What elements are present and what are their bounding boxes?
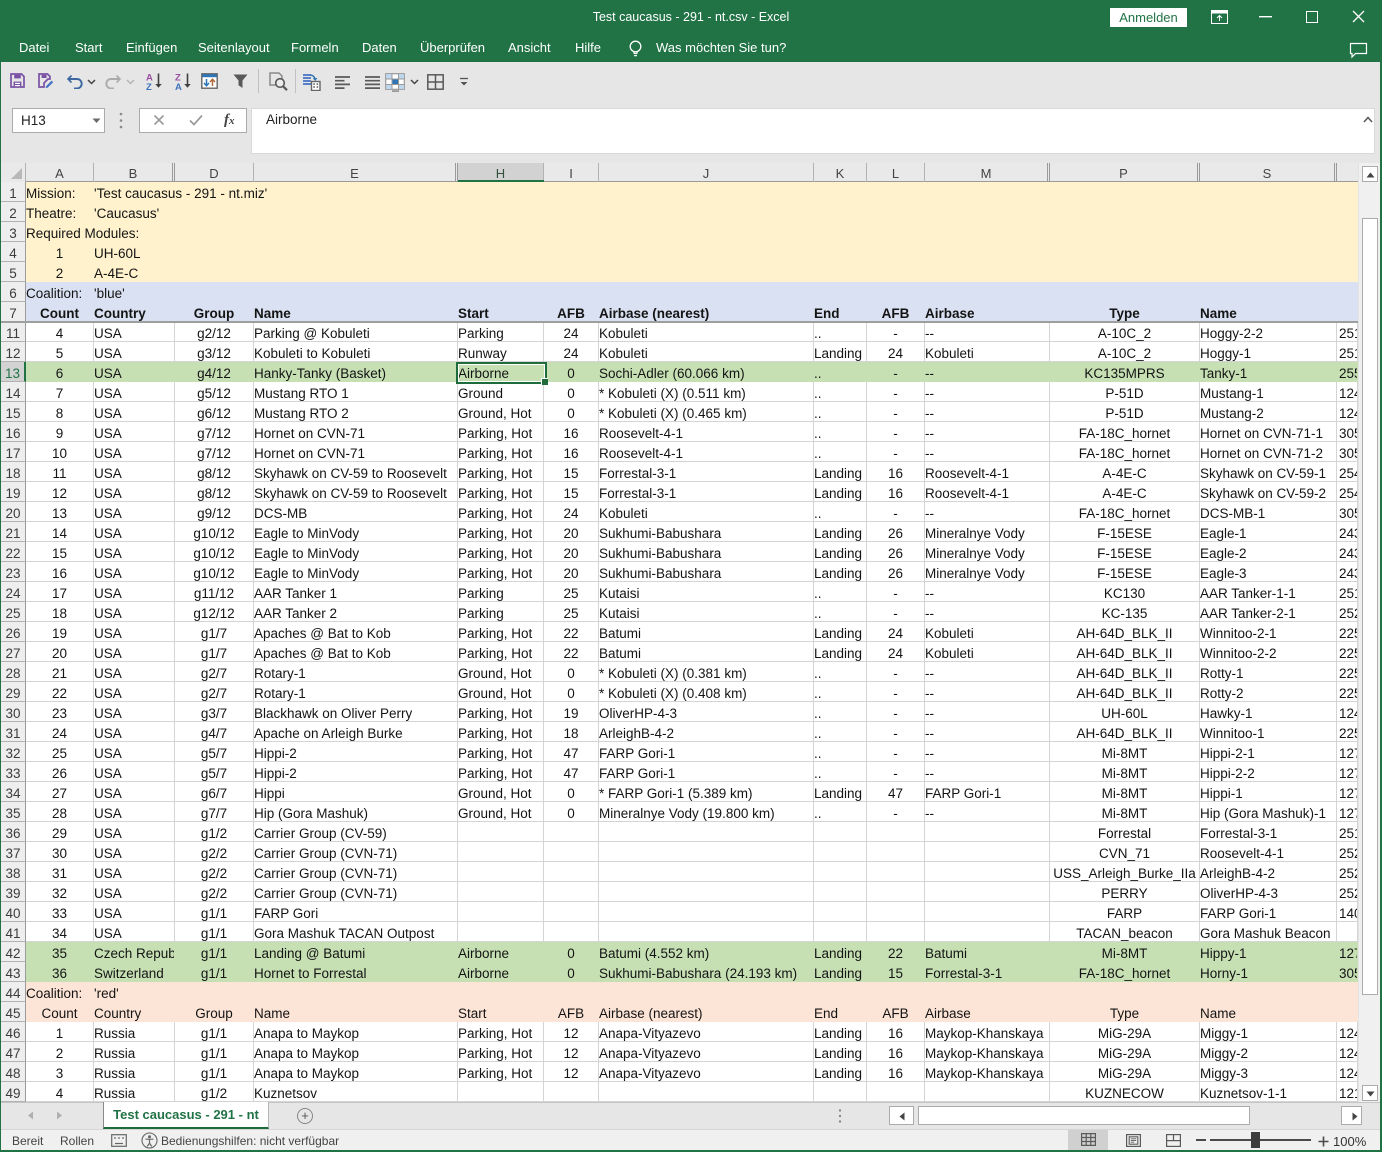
svg-text:Z: Z [146,82,152,91]
svg-text:A: A [175,82,182,91]
